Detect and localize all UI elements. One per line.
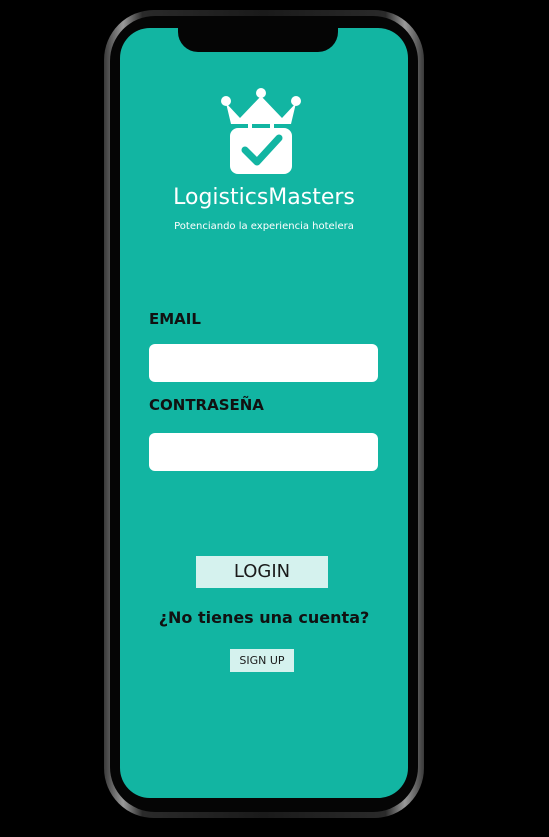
no-account-text: ¿No tienes una cuenta? xyxy=(158,608,370,627)
brand-name: LogisticsMasters xyxy=(173,185,355,210)
brand-tagline: Potenciando la experiencia hotelera xyxy=(174,221,354,232)
login-button[interactable]: LOGIN xyxy=(196,556,328,588)
app-screen: LogisticsMasters Potenciando la experien… xyxy=(120,28,408,798)
signup-button[interactable]: SIGN UP xyxy=(230,649,294,672)
email-label: EMAIL xyxy=(149,310,201,328)
crown-briefcase-check-icon xyxy=(221,88,301,174)
phone-notch xyxy=(178,24,338,52)
password-input[interactable] xyxy=(149,433,378,471)
password-label: CONTRASEÑA xyxy=(149,396,264,414)
email-input[interactable] xyxy=(149,344,378,382)
stage: LogisticsMasters Potenciando la experien… xyxy=(0,0,549,837)
